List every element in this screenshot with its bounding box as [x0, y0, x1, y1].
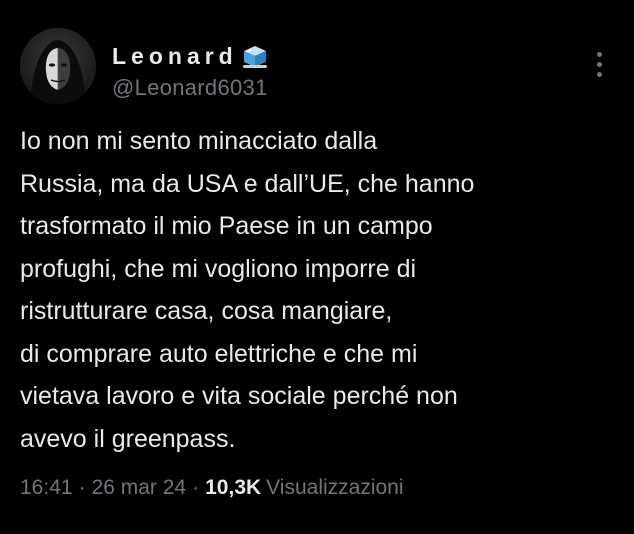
dot — [596, 71, 602, 77]
tweet-meta: 16:41 · 26 mar 24 · 10,3K Visualizzazion… — [20, 476, 404, 500]
author-display-name[interactable]: Leonard — [112, 43, 238, 70]
author-handle[interactable]: @Leonard6031 — [112, 75, 268, 101]
views-label[interactable]: Visualizzazioni — [266, 476, 403, 500]
author-name-row[interactable]: Leonard — [112, 40, 270, 72]
avatar[interactable] — [20, 28, 96, 104]
ice-cube-icon — [240, 43, 270, 69]
tweet-card: Leonard @Leonard6031 Io non mi sento min… — [0, 0, 634, 534]
dot — [596, 61, 602, 67]
tweet-text: Io non mi sento minacciato dalla Russia,… — [20, 127, 475, 453]
meta-separator: · — [78, 476, 86, 499]
masked-figure-icon — [20, 28, 96, 104]
tweet-time[interactable]: 16:41 — [20, 476, 73, 500]
meta-separator: · — [192, 476, 200, 499]
dot — [596, 51, 602, 57]
views-count[interactable]: 10,3K — [205, 476, 261, 500]
tweet-date[interactable]: 26 mar 24 — [92, 476, 187, 500]
more-options-icon[interactable] — [588, 48, 610, 80]
